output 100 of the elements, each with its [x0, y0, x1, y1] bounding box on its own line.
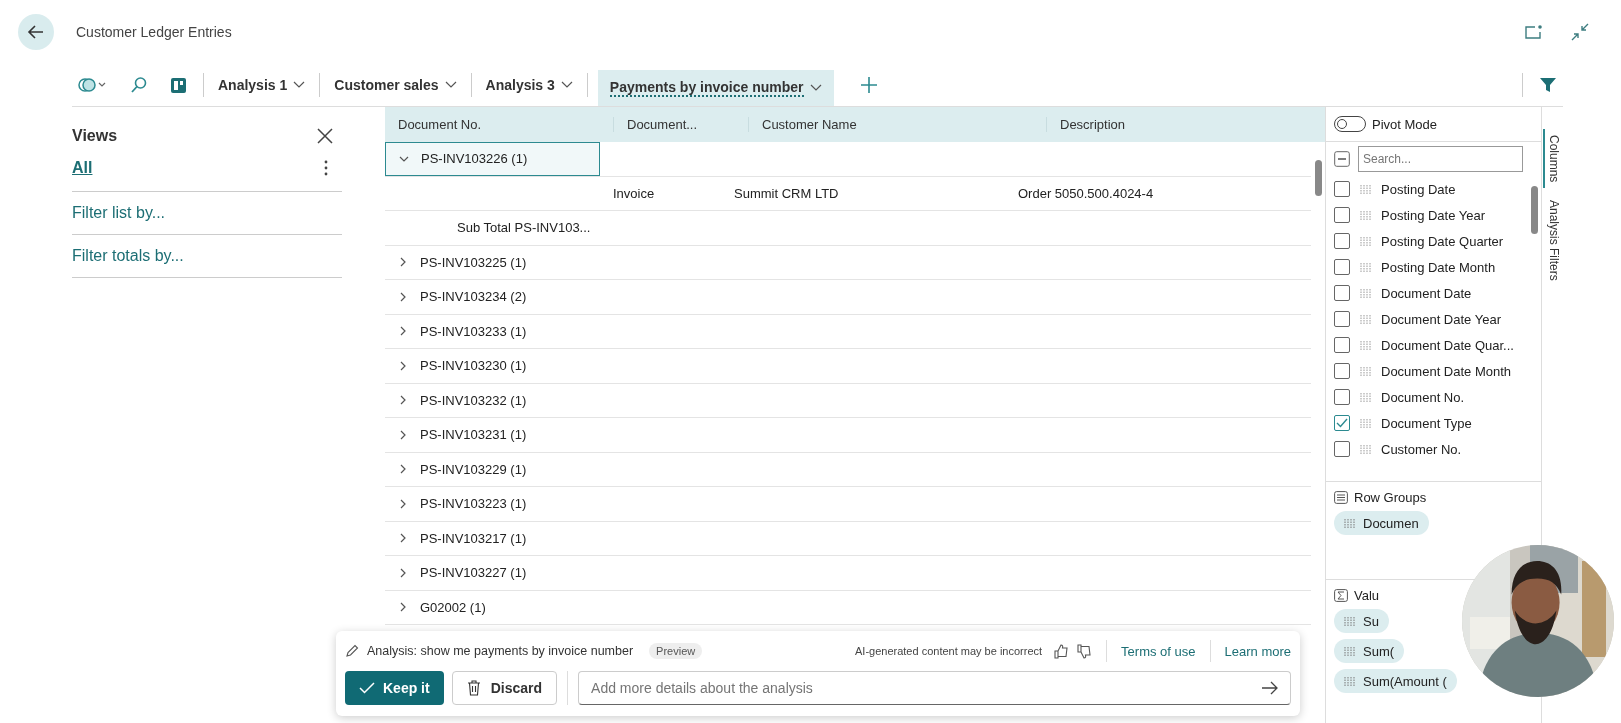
group-label: PS-INV103217 (1)	[420, 530, 527, 546]
search-field[interactable]: Search...	[1358, 146, 1523, 172]
expand-icon[interactable]	[398, 291, 408, 302]
group-cell[interactable]: PS-INV103232 (1)	[385, 383, 600, 417]
group-cell[interactable]: PS-INV103234 (2)	[385, 280, 600, 314]
value-chip[interactable]: Sum(	[1334, 639, 1405, 663]
column-name: Document Date Quar...	[1381, 337, 1514, 353]
side-tab[interactable]: Columns	[1543, 129, 1563, 189]
thumbs-up-icon[interactable]	[1054, 643, 1070, 659]
row-group-chip[interactable]: Documen	[1334, 511, 1429, 535]
checkbox[interactable]	[1334, 337, 1350, 353]
drag-handle-icon[interactable]	[1360, 184, 1371, 194]
group-label: PS-INV103234 (2)	[420, 289, 527, 305]
drag-handle-icon[interactable]	[1360, 340, 1371, 350]
drag-handle-icon[interactable]	[1344, 676, 1355, 686]
column-name: Document Type	[1381, 415, 1472, 431]
search-icon[interactable]	[130, 76, 148, 94]
drag-handle-icon[interactable]	[1360, 262, 1371, 272]
group-cell[interactable]: PS-INV103227 (1)	[385, 556, 600, 590]
drag-handle-icon[interactable]	[1360, 236, 1371, 246]
open-new-window-icon[interactable]	[1525, 25, 1543, 39]
checkbox[interactable]	[1334, 285, 1350, 301]
expand-icon[interactable]	[398, 429, 408, 440]
expand-icon[interactable]	[398, 257, 408, 268]
select-all-checkbox[interactable]	[1334, 151, 1350, 167]
column-name: Posting Date Quarter	[1381, 233, 1504, 249]
drag-handle-icon[interactable]	[1360, 314, 1371, 324]
close-icon[interactable]	[316, 127, 334, 145]
drag-handle-icon[interactable]	[1344, 518, 1355, 528]
terms-link[interactable]: Terms of use	[1121, 643, 1196, 659]
expand-icon[interactable]	[398, 326, 408, 337]
group-cell[interactable]: PS-INV103230 (1)	[385, 349, 600, 383]
group-label: PS-INV103223 (1)	[420, 496, 527, 512]
layout-icon[interactable]	[170, 76, 187, 94]
checkbox[interactable]	[1334, 311, 1350, 327]
column-header[interactable]: Document...	[613, 117, 748, 132]
drag-handle-icon[interactable]	[1360, 288, 1371, 298]
group-cell[interactable]: PS-INV103223 (1)	[385, 487, 600, 521]
details-input[interactable]: Add more details about the analysis	[578, 671, 1291, 705]
pencil-icon	[345, 644, 359, 658]
column-header[interactable]: Description	[1046, 117, 1325, 132]
expand-icon[interactable]	[398, 533, 408, 544]
analysis-menu-button[interactable]	[78, 77, 108, 93]
checkbox[interactable]	[1334, 363, 1350, 379]
more-icon[interactable]	[324, 160, 328, 176]
checkbox[interactable]	[1334, 389, 1350, 405]
group-cell[interactable]: PS-INV103217 (1)	[385, 521, 600, 555]
filter-link[interactable]: Filter totals by...	[72, 235, 342, 278]
group-cell[interactable]: PS-INV103229 (1)	[385, 452, 600, 486]
column-name: Posting Date Month	[1381, 259, 1496, 275]
drag-handle-icon[interactable]	[1344, 616, 1355, 626]
filter-link[interactable]: Filter list by...	[72, 192, 342, 235]
checkbox[interactable]	[1334, 441, 1350, 457]
expand-icon[interactable]	[398, 602, 408, 613]
value-chip[interactable]: Su	[1334, 609, 1389, 633]
checkbox[interactable]	[1334, 181, 1350, 197]
keep-button[interactable]: Keep it	[345, 671, 444, 705]
section-title: Row Groups	[1354, 490, 1427, 505]
column-header[interactable]: Customer Name	[748, 117, 1046, 132]
checkbox[interactable]	[1334, 233, 1350, 249]
expand-icon[interactable]	[398, 360, 408, 371]
side-tab[interactable]: Analysis Filters	[1543, 194, 1563, 288]
add-icon[interactable]	[859, 76, 878, 94]
drag-handle-icon[interactable]	[1360, 366, 1371, 376]
group-cell[interactable]: PS-INV103225 (1)	[385, 245, 600, 279]
expand-icon[interactable]	[398, 395, 408, 406]
expand-icon[interactable]	[398, 567, 408, 578]
group-cell[interactable]: G02002 (1)	[385, 590, 600, 624]
drag-handle-icon[interactable]	[1360, 418, 1371, 428]
drag-handle-icon[interactable]	[1360, 444, 1371, 454]
drag-handle-icon[interactable]	[1360, 392, 1371, 402]
view-link[interactable]: All	[72, 159, 93, 177]
send-arrow-icon[interactable]	[1261, 681, 1279, 695]
row-groups-icon	[1334, 491, 1348, 504]
page-title: Customer Ledger Entries	[76, 24, 232, 40]
group-label: PS-INV103232 (1)	[420, 392, 527, 408]
checkbox[interactable]	[1334, 415, 1350, 431]
filter-icon[interactable]	[1539, 77, 1557, 93]
learn-more-link[interactable]: Learn more	[1224, 643, 1291, 659]
analysis-tab[interactable]: Analysis 3	[481, 67, 577, 103]
discard-button[interactable]: Discard	[451, 671, 558, 705]
group-cell[interactable]: PS-INV103231 (1)	[385, 418, 600, 452]
collapse-icon[interactable]	[1571, 23, 1589, 41]
thumbs-down-icon[interactable]	[1077, 643, 1093, 659]
expand-icon[interactable]	[398, 498, 408, 509]
group-cell[interactable]: PS-INV103233 (1)	[385, 314, 600, 348]
drag-handle-icon[interactable]	[1360, 210, 1371, 220]
table-cell-text: Order 5050.500.4024-4	[1017, 184, 1155, 203]
analysis-tab[interactable]: Payments by invoice number	[597, 70, 834, 106]
group-label: PS-INV103233 (1)	[420, 323, 527, 339]
expand-icon[interactable]	[398, 464, 408, 475]
group-cell[interactable]: PS-INV103226 (1)	[385, 142, 600, 176]
drag-handle-icon[interactable]	[1344, 646, 1355, 656]
checkbox[interactable]	[1334, 259, 1350, 275]
analysis-tab[interactable]: Customer sales	[330, 67, 461, 103]
value-chip[interactable]: Sum(Amount (	[1334, 669, 1457, 693]
column-header[interactable]: Document No.	[385, 117, 613, 132]
analysis-tab[interactable]: Analysis 1	[214, 67, 310, 103]
checkbox[interactable]	[1334, 207, 1350, 223]
back-button[interactable]	[18, 14, 54, 50]
